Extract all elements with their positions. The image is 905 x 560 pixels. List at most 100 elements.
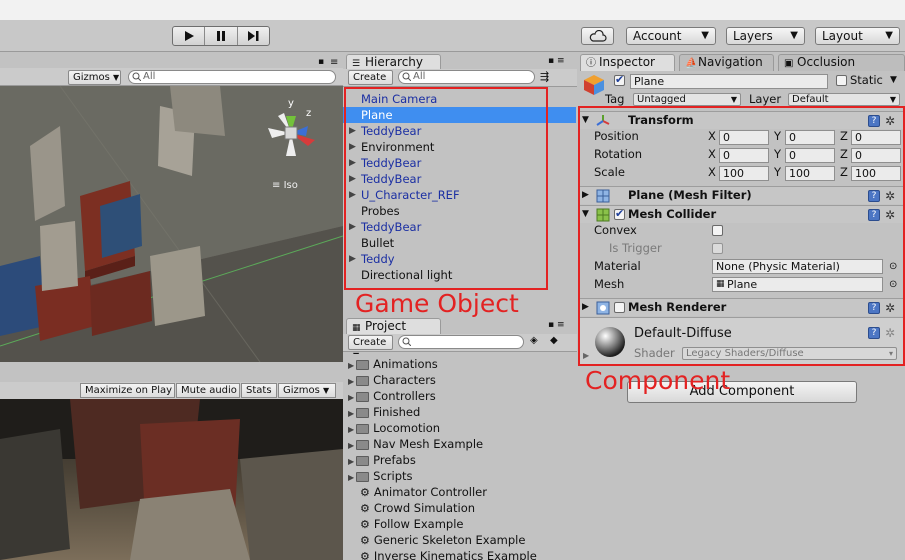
tag-dropdown[interactable]: Untagged ▼ [633,93,741,106]
check-icon: ✔ [615,73,625,86]
folder-icon [356,439,370,450]
project-folder[interactable]: ▶ Animations [348,356,438,372]
tab-navigation[interactable]: ⛵ Navigation [679,54,774,71]
occlusion-icon: ▣ [784,58,794,69]
expand-arrow-icon[interactable]: ▶ [348,377,354,386]
hierarchy-search-input[interactable]: All [398,70,535,84]
static-checkbox[interactable] [836,75,847,86]
project-item-label: Characters [373,373,436,387]
project-folder[interactable]: ▶ Prefabs [348,452,416,468]
project-asset[interactable]: ⚙ Crowd Simulation [348,500,475,516]
filter-by-type-icon[interactable]: ◈ [530,335,538,346]
project-folder[interactable]: ▶ Locomotion [348,420,440,436]
occlusion-tab-label: Occlusion [797,55,856,69]
folder-icon [356,375,370,386]
layers-dropdown[interactable]: Layers ▼ [726,27,805,45]
scene-search-input[interactable]: All [128,70,336,84]
project-create-label: Create [353,337,387,348]
playback-controls [172,26,270,46]
mute-audio-toggle[interactable]: Mute audio [176,383,240,398]
project-item-label: Crowd Simulation [373,501,476,515]
project-folder[interactable]: ▶ Nav Mesh Example [348,436,483,452]
project-folder[interactable]: ▶ Characters [348,372,436,388]
search-icon [132,72,141,81]
hierarchy-filter-icon[interactable]: ⇶ [540,70,549,83]
expand-arrow-icon[interactable]: ▶ [348,425,354,434]
active-checkbox[interactable]: ✔ [614,73,625,86]
project-asset[interactable]: ⚙ Inverse Kinematics Example [348,548,537,560]
project-item-label: Controllers [373,389,436,403]
layout-dropdown[interactable]: Layout ▼ [815,27,900,45]
game-gizmos-dropdown[interactable]: Gizmos ▼ [278,383,336,398]
axis-z-label: z [306,108,312,119]
object-name-value: Plane [634,75,665,88]
chevron-down-icon: ▼ [701,30,709,41]
layers-label: Layers [733,29,773,43]
chevron-down-icon[interactable]: ▼ [890,73,897,88]
project-item-label: Animations [373,357,438,371]
chevron-down-icon: ▼ [323,386,330,395]
stats-toggle[interactable]: Stats [241,383,277,398]
game-gizmos-label: Gizmos [283,385,320,396]
expand-arrow-icon[interactable]: ▶ [348,361,354,370]
scene-gizmos-dropdown[interactable]: Gizmos ▼ [68,70,121,85]
menu-icon[interactable]: ≡ [330,57,338,68]
tab-inspector[interactable]: ⓘ Inspector [580,54,675,71]
static-label: Static [850,73,883,87]
layer-value: Default [792,94,829,105]
scene-search-placeholder: All [143,71,156,82]
game-viewport[interactable] [0,399,343,560]
step-icon [248,31,259,41]
project-asset[interactable]: ⚙ Generic Skeleton Example [348,532,525,548]
iso-label: Iso [283,180,298,191]
project-item-label: Locomotion [373,421,441,435]
project-folder[interactable]: ▶ Finished [348,404,420,420]
expand-arrow-icon[interactable]: ▶ [348,441,354,450]
project-item-label: Generic Skeleton Example [373,533,526,547]
project-item-label: Follow Example [373,517,464,531]
hierarchy-lock-icon[interactable]: ▪ ≡ [548,56,565,66]
project-asset[interactable]: ⚙ Follow Example [348,516,464,532]
expand-arrow-icon[interactable]: ▶ [348,393,354,402]
project-create-dropdown[interactable]: Create ▼ [348,335,393,360]
chevron-down-icon: ▼ [730,95,737,104]
folder-icon [356,359,370,370]
project-toolbar: Create ▼ ◈ ◆ [343,334,577,360]
hierarchy-create-dropdown[interactable]: Create ▼ [348,70,393,95]
account-dropdown[interactable]: Account ▼ [626,27,716,45]
layout-label: Layout [822,29,863,43]
project-folder[interactable]: ▶ Controllers [348,388,436,404]
project-folder[interactable]: ▶ Scripts [348,468,413,484]
lock-icon[interactable]: ▪ [318,57,324,67]
tab-occlusion[interactable]: ▣ Occlusion [778,54,905,71]
folder-icon [356,391,370,402]
project-lock-icon[interactable]: ▪ ≡ [548,320,565,330]
expand-arrow-icon[interactable]: ▶ [348,457,354,466]
scene-gizmos-label: Gizmos [73,72,110,83]
project-search-input[interactable] [398,335,524,349]
tab-project[interactable]: ▦ Project [346,318,441,335]
info-icon: ⓘ [586,58,596,69]
project-item-label: Inverse Kinematics Example [373,549,537,560]
step-button[interactable] [238,27,269,45]
scene-asset-icon: ⚙ [360,518,370,531]
object-name-field[interactable]: Plane [630,74,828,89]
maximize-on-play-toggle[interactable]: Maximize on Play [80,383,175,398]
component-highlight-box [578,106,905,366]
iso-indicator[interactable]: ≡ Iso [272,180,298,191]
project-tab-label: Project [365,319,407,333]
play-button[interactable] [173,27,206,45]
pause-button[interactable] [205,27,238,45]
expand-arrow-icon[interactable]: ▶ [348,473,354,482]
layer-dropdown[interactable]: Default ▼ [788,93,900,106]
layer-label: Layer [749,92,782,106]
scene-viewport[interactable]: y z ≡ Iso [0,86,343,362]
tag-value: Untagged [637,94,686,105]
cloud-button[interactable] [581,27,614,45]
filter-by-label-icon[interactable]: ◆ [550,335,558,346]
maximize-label: Maximize on Play [85,385,173,396]
expand-arrow-icon[interactable]: ▶ [348,409,354,418]
project-asset[interactable]: ⚙ Animator Controller [348,484,487,500]
hierarchy-tab-label: Hierarchy [365,55,424,69]
chevron-down-icon: ▼ [790,30,798,41]
